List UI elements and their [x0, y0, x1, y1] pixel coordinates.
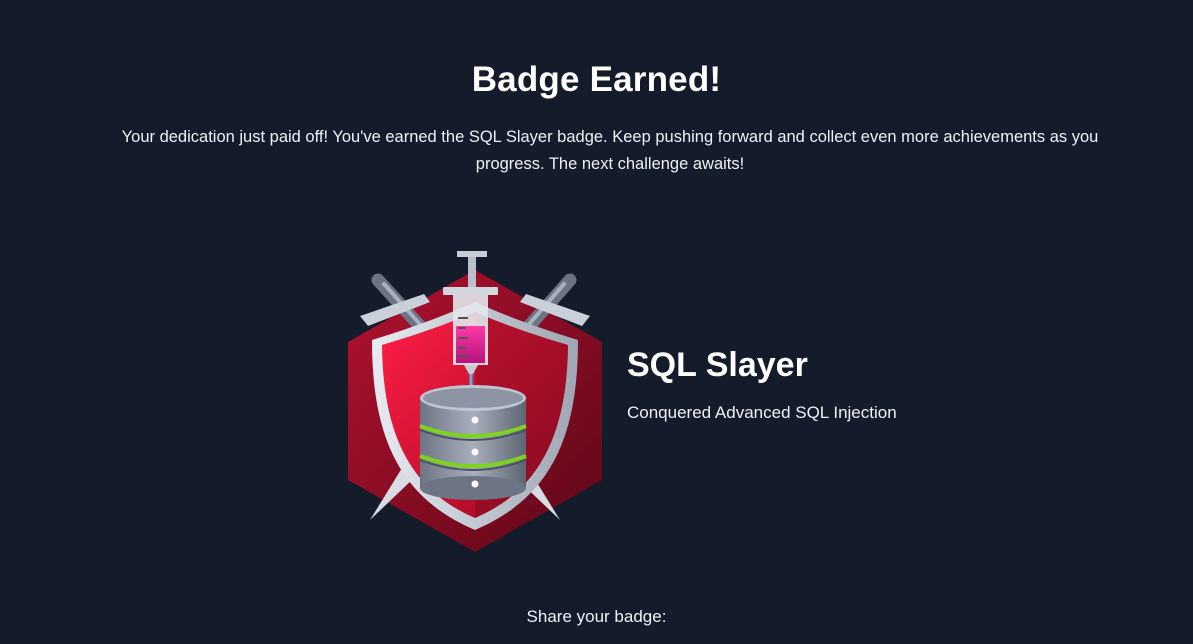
badge-earned-page: Badge Earned! Your dedication just paid …	[0, 0, 1193, 644]
badge-subtitle: Conquered Advanced SQL Injection	[627, 403, 897, 422]
share-label: Share your badge:	[526, 607, 667, 626]
database-icon	[419, 385, 527, 500]
page-title: Badge Earned!	[471, 60, 722, 99]
page-description: Your dedication just paid off! You've ea…	[121, 128, 1099, 173]
badge-name: SQL Slayer	[627, 346, 808, 384]
sql-slayer-badge-icon	[340, 248, 610, 558]
